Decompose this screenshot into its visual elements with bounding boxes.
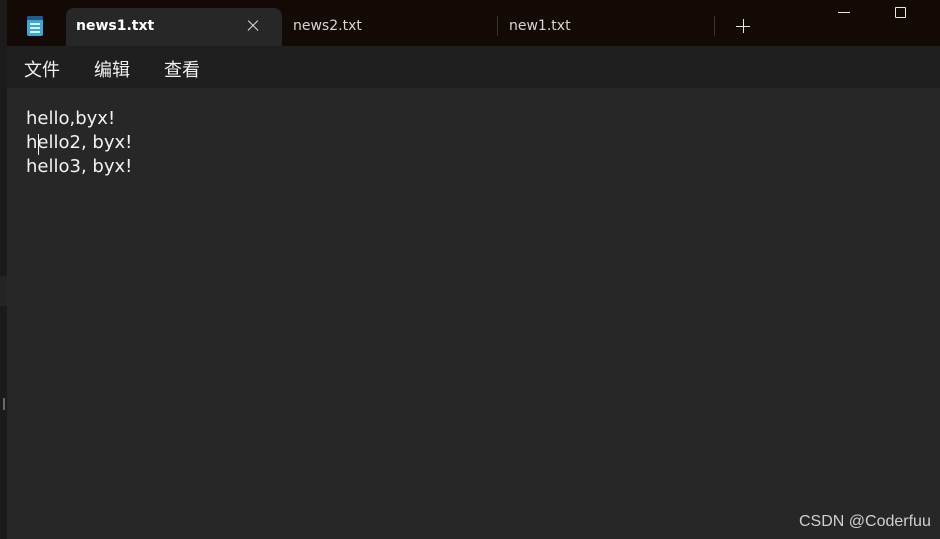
menu-file[interactable]: 文件 bbox=[24, 56, 60, 82]
tab-new1[interactable]: new1.txt bbox=[505, 8, 713, 46]
title-bar: news1.txt news2.txt new1.txt bbox=[7, 0, 940, 46]
tab-label: new1.txt bbox=[509, 18, 571, 34]
editor-line: hello,byx! bbox=[26, 108, 116, 129]
notepad-icon bbox=[27, 16, 43, 36]
tab-news1[interactable]: news1.txt bbox=[66, 8, 282, 46]
maximize-icon[interactable] bbox=[880, 0, 920, 26]
edge-notch bbox=[3, 398, 5, 410]
menu-view[interactable]: 查看 bbox=[164, 56, 200, 82]
plus-icon[interactable] bbox=[731, 14, 755, 38]
editor-line: hello3, byx! bbox=[26, 156, 133, 177]
editor-line: hello2, byx! bbox=[26, 132, 133, 153]
menu-bar: 文件 编辑 查看 bbox=[7, 46, 940, 88]
left-edge-strip bbox=[0, 0, 7, 539]
tab-divider bbox=[497, 16, 498, 36]
text-caret bbox=[38, 134, 39, 155]
watermark: CSDN @Coderfuu bbox=[799, 513, 931, 530]
minimize-icon[interactable] bbox=[824, 0, 864, 26]
text-editor[interactable]: hello,byx! hello2, byx! hello3, byx! bbox=[7, 88, 940, 539]
tab-news2[interactable]: news2.txt bbox=[289, 8, 497, 46]
edge-mark bbox=[0, 276, 7, 306]
tab-divider bbox=[714, 16, 715, 36]
tab-label: news2.txt bbox=[293, 18, 362, 34]
menu-edit[interactable]: 编辑 bbox=[94, 56, 130, 82]
close-icon[interactable] bbox=[242, 15, 264, 37]
tab-label: news1.txt bbox=[76, 18, 155, 34]
notepad-window: news1.txt news2.txt new1.txt 文件 编辑 查看 he… bbox=[0, 0, 940, 539]
